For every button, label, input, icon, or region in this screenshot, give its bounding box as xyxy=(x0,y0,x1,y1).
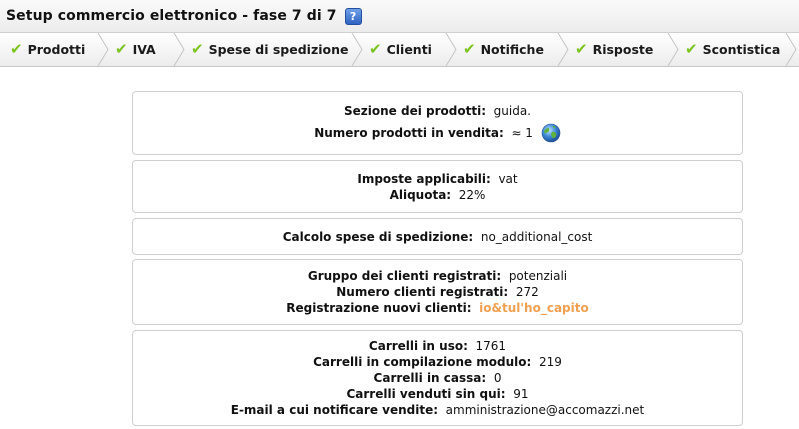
vat-taxes-value: vat xyxy=(498,171,518,186)
carts-email-label: E-mail a cui notificare vendite: xyxy=(230,403,439,417)
step-clienti[interactable]: ✔ Clienti xyxy=(369,33,432,66)
check-icon: ✔ xyxy=(191,40,204,58)
check-icon: ✔ xyxy=(685,40,698,58)
registration-link[interactable]: io&tul'ho_capito xyxy=(479,301,589,315)
chevron-separator-icon xyxy=(557,33,569,66)
step-label: IVA xyxy=(132,42,156,57)
shipping-calc-label: Calcolo spese di spedizione: xyxy=(282,229,474,244)
customers-panel: Gruppo dei clienti registrati: potenzial… xyxy=(132,259,743,325)
products-count-label: Numero prodotti in vendita: xyxy=(314,126,504,140)
step-spese-di-spedizione[interactable]: ✔ Spese di spedizione xyxy=(191,33,348,66)
chevron-separator-icon xyxy=(785,33,797,66)
step-label: Scontistica xyxy=(702,42,781,57)
customers-registration-label: Registrazione nuovi clienti: xyxy=(286,301,472,315)
wizard-steps: ✔ Prodotti ✔ IVA ✔ Spese di spedizione ✔… xyxy=(0,33,799,67)
step-iva[interactable]: ✔ IVA xyxy=(115,33,156,66)
customers-count-label: Numero clienti registrati: xyxy=(336,285,509,299)
products-section-value: guida. xyxy=(493,104,531,118)
question-icon[interactable]: ? xyxy=(344,7,362,25)
check-icon: ✔ xyxy=(115,40,128,58)
customers-group-value: potenziali xyxy=(508,269,568,283)
step-notifiche[interactable]: ✔ Notifiche xyxy=(463,33,544,66)
step-label: Notifiche xyxy=(480,42,544,57)
vat-rate-value: 22% xyxy=(458,187,486,202)
vat-rate-row: Aliquota: 22% xyxy=(390,187,486,203)
step-prodotti[interactable]: ✔ Prodotti xyxy=(10,33,85,66)
carts-sold-row: Carrelli venduti sin qui: 91 xyxy=(346,386,528,402)
step-label: Clienti xyxy=(386,42,432,57)
customers-registration-row: Registrazione nuovi clienti: io&tul'ho_c… xyxy=(286,300,589,316)
vat-panel: Imposte applicabili: vat Aliquota: 22% xyxy=(132,160,743,213)
step-label: Risposte xyxy=(592,42,654,57)
carts-filling-label: Carrelli in compilazione modulo: xyxy=(313,355,532,369)
carts-checkout-label: Carrelli in cassa: xyxy=(373,371,487,385)
carts-email-row: E-mail a cui notificare vendite: amminis… xyxy=(231,402,645,418)
vat-rate-label: Aliquota: xyxy=(389,187,452,202)
carts-sold-value: 91 xyxy=(513,387,529,401)
products-count-row: Numero prodotti in vendita: ≈ 1 xyxy=(314,123,561,143)
carts-checkout-row: Carrelli in cassa: 0 xyxy=(374,370,502,386)
carts-sold-label: Carrelli venduti sin qui: xyxy=(346,387,506,401)
check-icon: ✔ xyxy=(575,40,588,58)
window-titlebar: Setup commercio elettronico - fase 7 di … xyxy=(0,0,799,33)
step-scontistica[interactable]: ✔ Scontistica xyxy=(685,33,780,66)
carts-filling-value: 219 xyxy=(538,355,562,369)
carts-checkout-value: 0 xyxy=(493,371,502,385)
chevron-separator-icon xyxy=(351,33,363,66)
chevron-separator-icon xyxy=(445,33,457,66)
carts-in-use-value: 1761 xyxy=(475,339,507,353)
step-label: Spese di spedizione xyxy=(208,42,349,57)
vat-taxes-row: Imposte applicabili: vat xyxy=(357,171,517,187)
chevron-separator-icon xyxy=(667,33,679,66)
customers-group-row: Gruppo dei clienti registrati: potenzial… xyxy=(308,268,567,284)
vat-taxes-label: Imposte applicabili: xyxy=(357,171,491,186)
customers-group-label: Gruppo dei clienti registrati: xyxy=(307,269,502,283)
products-section-label: Sezione dei prodotti: xyxy=(344,104,486,118)
page-title: Setup commercio elettronico - fase 7 di … xyxy=(6,8,337,24)
step-risposte[interactable]: ✔ Risposte xyxy=(575,33,653,66)
globe-icon[interactable] xyxy=(541,123,561,143)
products-panel: Sezione dei prodotti: guida. Numero prod… xyxy=(132,91,743,155)
carts-filling-row: Carrelli in compilazione modulo: 219 xyxy=(313,354,562,370)
check-icon: ✔ xyxy=(463,40,476,58)
products-section-row: Sezione dei prodotti: guida. xyxy=(344,103,531,119)
customers-count-row: Numero clienti registrati: 272 xyxy=(336,284,538,300)
check-icon: ✔ xyxy=(10,40,23,58)
customers-count-value: 272 xyxy=(515,285,539,299)
products-count-value: ≈ 1 xyxy=(511,126,533,140)
shipping-calc-row: Calcolo spese di spedizione: no_addition… xyxy=(283,229,593,245)
check-icon: ✔ xyxy=(369,40,382,58)
shipping-calc-value: no_additional_cost xyxy=(480,229,593,244)
step-label: Prodotti xyxy=(27,42,86,57)
chevron-separator-icon xyxy=(97,33,109,66)
carts-panel: Carrelli in uso: 1761 Carrelli in compil… xyxy=(132,330,743,426)
chevron-separator-icon xyxy=(173,33,185,66)
carts-email-value: amministrazione@accomazzi.net xyxy=(445,403,645,417)
carts-in-use-row: Carrelli in uso: 1761 xyxy=(369,338,506,354)
shipping-panel: Calcolo spese di spedizione: no_addition… xyxy=(132,218,743,255)
carts-in-use-label: Carrelli in uso: xyxy=(368,339,468,353)
